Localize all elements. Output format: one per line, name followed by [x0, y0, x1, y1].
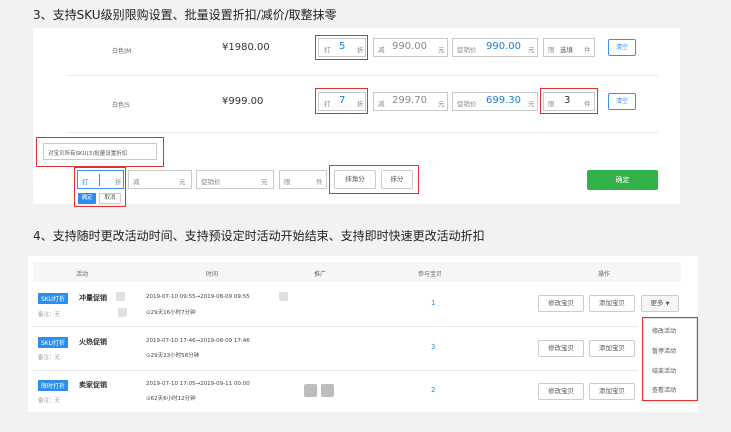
promo-unit: 元 — [528, 100, 535, 108]
highlight-box — [642, 317, 698, 401]
item-count-link[interactable]: 3 — [431, 343, 435, 351]
activity-type-badge: 限时打折 — [38, 380, 69, 391]
promo-label: 促销价 — [457, 46, 477, 54]
activity-time: 2019-07-10 09:55→2019-08-09 09:55 — [146, 294, 250, 300]
promo-label: 促销价 — [457, 100, 477, 108]
batch-limit-unit: 件 — [316, 178, 323, 186]
activity-note: 备注：无 — [38, 312, 61, 318]
edit-name-icon[interactable] — [116, 292, 125, 301]
header-time: 时间 — [206, 271, 219, 278]
batch-minus-label: 减 — [133, 178, 140, 186]
edit-items-button[interactable]: 修改宝贝 — [538, 295, 584, 312]
batch-minus-input[interactable]: 减 元 — [128, 170, 192, 189]
item-count-link[interactable]: 1 — [431, 299, 435, 307]
edit-time-icon[interactable] — [279, 292, 288, 301]
time-remaining: ⊙62天6小时12分钟 — [146, 396, 196, 402]
limit-input[interactable]: 限 选填 件 — [543, 38, 595, 57]
sku-name: 白色|M — [112, 48, 132, 55]
minus-input[interactable]: 减 299.70 元 — [373, 92, 448, 111]
limit-unit: 件 — [584, 46, 591, 54]
promo-price-input[interactable]: 促销价 990.00 元 — [452, 38, 538, 57]
header-items: 参与宝贝 — [418, 271, 443, 278]
minus-label: 减 — [378, 100, 385, 108]
more-label: 更多 — [650, 299, 664, 307]
header-activity: 活动 — [76, 271, 89, 278]
row-divider — [33, 326, 638, 327]
batch-promo-unit: 元 — [261, 178, 268, 186]
activity-name[interactable]: 卖家促销 — [79, 380, 107, 390]
table-header — [33, 262, 681, 282]
edit-items-button[interactable]: 修改宝贝 — [538, 340, 584, 357]
batch-limit-label: 限 — [284, 178, 291, 186]
section4-heading: 4、支持随时更改活动时间、支持预设定时活动开始结束、支持即时快速更改活动折扣 — [33, 229, 485, 243]
activity-name[interactable]: 火热促销 — [79, 337, 107, 347]
minus-value: 990.00 — [392, 41, 427, 52]
caret-down-icon: ▼ — [665, 301, 670, 307]
promo-unit: 元 — [528, 46, 535, 54]
time-remaining: ⊙29天16小时7分钟 — [146, 310, 196, 316]
limit-value: 选填 — [560, 46, 573, 54]
highlight-box — [540, 88, 598, 114]
sku-price: ¥1980.00 — [222, 42, 270, 53]
minus-input[interactable]: 减 990.00 元 — [373, 38, 448, 57]
more-dropdown-button[interactable]: 更多 ▼ — [641, 295, 679, 312]
activity-time: 2019-07-10 17:05→2019-09-11 00:00 — [146, 381, 250, 387]
minus-unit: 元 — [438, 100, 445, 108]
confirm-button[interactable]: 确定 — [587, 170, 658, 190]
promo-value: 990.00 — [486, 41, 521, 52]
header-promotion: 推广 — [314, 271, 327, 278]
highlight-box — [36, 137, 164, 167]
promo-value: 699.30 — [486, 95, 521, 106]
section3-heading: 3、支持SKU级别限购设置、批量设置折扣/减价/取整抹零 — [33, 8, 337, 22]
item-count-link[interactable]: 2 — [431, 386, 435, 394]
activity-note: 备注：无 — [38, 398, 61, 404]
batch-minus-unit: 元 — [179, 178, 186, 186]
row-divider — [68, 75, 658, 76]
highlight-box — [315, 35, 368, 60]
row-divider — [33, 370, 638, 371]
wireless-icon[interactable] — [321, 384, 334, 397]
batch-promo-label: 促销价 — [201, 178, 221, 186]
highlight-box — [315, 88, 368, 114]
add-items-button[interactable]: 添加宝贝 — [589, 340, 635, 357]
activity-time: 2019-07-10 17:46→2019-08-09 17:46 — [146, 338, 250, 344]
highlight-box — [329, 165, 419, 194]
row-divider — [68, 132, 658, 133]
minus-unit: 元 — [438, 46, 445, 54]
batch-promo-input[interactable]: 促销价 元 — [196, 170, 274, 189]
promotion-icon[interactable] — [304, 384, 317, 397]
highlight-box — [74, 167, 126, 207]
sku-name: 白色|S — [112, 102, 130, 109]
edit-note-icon[interactable] — [118, 308, 127, 317]
activity-note: 备注：无 — [38, 355, 61, 361]
clear-button[interactable]: 清空 — [608, 39, 636, 56]
add-items-button[interactable]: 添加宝贝 — [589, 295, 635, 312]
batch-limit-input[interactable]: 限 件 — [279, 170, 327, 189]
add-items-button[interactable]: 添加宝贝 — [589, 383, 635, 400]
limit-label: 限 — [548, 46, 555, 54]
minus-label: 减 — [378, 46, 385, 54]
sku-price: ¥999.00 — [222, 96, 264, 107]
activity-type-badge: SKU打折 — [38, 337, 68, 348]
edit-items-button[interactable]: 修改宝贝 — [538, 383, 584, 400]
activity-type-badge: SKU打折 — [38, 293, 68, 304]
promo-price-input[interactable]: 促销价 699.30 元 — [452, 92, 538, 111]
time-remaining: ⊙29天23小时58分钟 — [146, 353, 200, 359]
activity-name[interactable]: 冲量促销 — [79, 293, 107, 303]
minus-value: 299.70 — [392, 95, 427, 106]
header-actions: 操作 — [598, 271, 611, 278]
clear-button[interactable]: 清空 — [608, 93, 636, 110]
